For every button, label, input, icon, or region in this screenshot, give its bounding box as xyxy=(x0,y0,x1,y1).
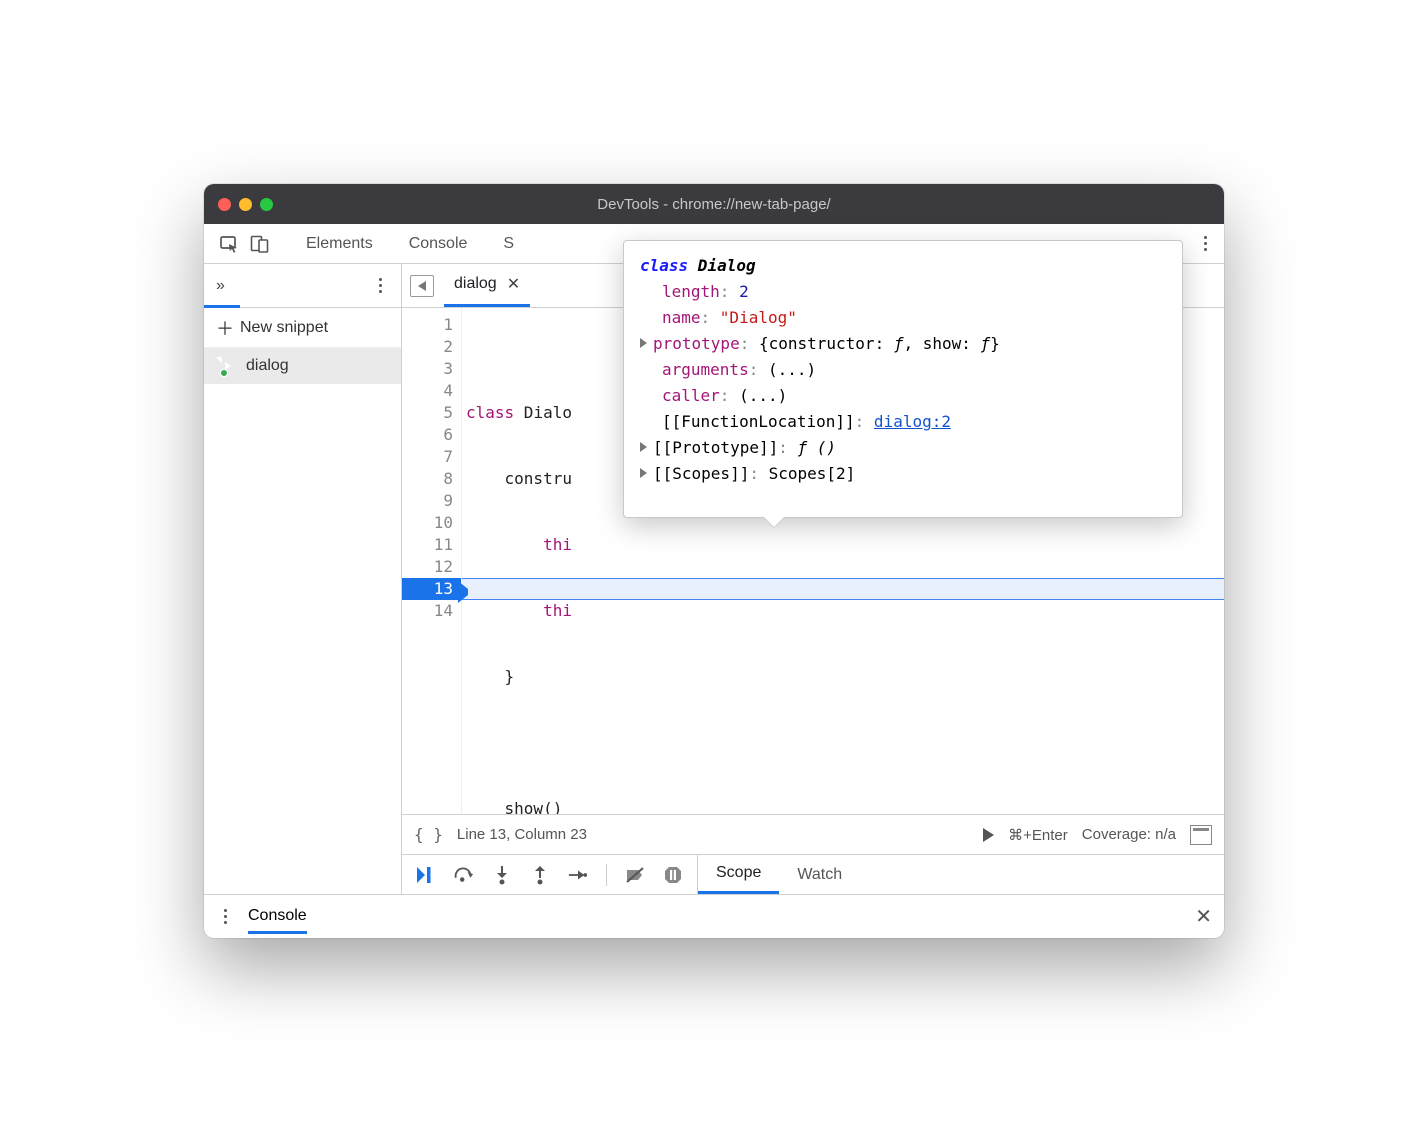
console-drawer: Console ✕ xyxy=(204,894,1224,938)
line-gutter: 1 2 3 4 5 6 7 8 9 10 11 12 13 14 xyxy=(402,308,462,814)
deactivate-breakpoints-icon[interactable] xyxy=(625,865,645,885)
coverage-status: Coverage: n/a xyxy=(1082,826,1176,843)
zoom-window-button[interactable] xyxy=(260,198,273,211)
tab-elements[interactable]: Elements xyxy=(288,224,391,263)
step-over-icon[interactable] xyxy=(454,865,474,885)
tab-scope[interactable]: Scope xyxy=(698,855,779,894)
object-preview-popover: class Dialog length: 2 name: "Dialog" pr… xyxy=(623,240,1183,518)
devtools-window: DevTools - chrome://new-tab-page/ Elemen… xyxy=(204,184,1224,938)
step-icon[interactable] xyxy=(568,865,588,885)
expand-scopes[interactable]: [[Scopes]]: Scopes[2] xyxy=(640,461,1166,487)
expand-prototype[interactable]: prototype: {constructor: ƒ, show: ƒ} xyxy=(640,331,1166,357)
close-tab-icon[interactable]: ✕ xyxy=(507,274,520,294)
execution-line-highlight xyxy=(462,578,1224,600)
function-location-link[interactable]: dialog:2 xyxy=(874,412,951,431)
run-snippet-icon[interactable] xyxy=(983,828,994,842)
sidebar-more-icon[interactable] xyxy=(371,278,389,293)
pretty-print-icon[interactable]: { } xyxy=(414,825,443,844)
tab-console[interactable]: Console xyxy=(391,224,486,263)
more-menu-icon[interactable] xyxy=(1196,236,1214,251)
snippet-item-dialog[interactable]: dialog xyxy=(204,348,401,384)
run-shortcut: ⌘+Enter xyxy=(1008,826,1068,844)
file-tab-label: dialog xyxy=(454,275,497,293)
sidebar: » ＋ New snippet dialog xyxy=(204,264,402,894)
window-titlebar: DevTools - chrome://new-tab-page/ xyxy=(204,184,1224,224)
sidebar-overflow-icon[interactable]: » xyxy=(216,277,225,295)
execution-pointer-icon xyxy=(458,581,468,603)
minimize-window-button[interactable] xyxy=(239,198,252,211)
editor-statusbar: { } Line 13, Column 23 ⌘+Enter Coverage:… xyxy=(402,814,1224,854)
inspect-element-icon[interactable] xyxy=(220,234,240,254)
traffic-lights xyxy=(218,198,273,211)
snippet-label: dialog xyxy=(246,357,289,375)
close-drawer-icon[interactable]: ✕ xyxy=(1195,904,1212,929)
step-out-icon[interactable] xyxy=(530,865,550,885)
device-toggle-icon[interactable] xyxy=(250,234,270,254)
step-into-icon[interactable] xyxy=(492,865,512,885)
close-window-button[interactable] xyxy=(218,198,231,211)
new-snippet-button[interactable]: ＋ New snippet xyxy=(204,308,401,348)
tab-watch[interactable]: Watch xyxy=(779,855,860,894)
pause-on-exceptions-icon[interactable] xyxy=(663,865,683,885)
show-details-icon[interactable] xyxy=(1190,825,1212,845)
sidebar-tabs: » xyxy=(204,264,401,308)
drawer-more-icon[interactable] xyxy=(216,909,234,924)
expand-triangle-icon xyxy=(640,468,647,478)
snippet-file-icon xyxy=(222,357,238,375)
new-snippet-label: New snippet xyxy=(240,319,328,337)
resume-icon[interactable] xyxy=(416,865,436,885)
expand-prototype-internal[interactable]: [[Prototype]]: ƒ () xyxy=(640,435,1166,461)
expand-triangle-icon xyxy=(640,442,647,452)
plus-icon: ＋ xyxy=(216,315,234,341)
navigator-toggle-icon[interactable] xyxy=(410,275,434,297)
expand-triangle-icon xyxy=(640,338,647,348)
cursor-position: Line 13, Column 23 xyxy=(457,826,587,843)
window-title: DevTools - chrome://new-tab-page/ xyxy=(204,196,1224,213)
file-tab-dialog[interactable]: dialog ✕ xyxy=(444,264,530,307)
tab-sources-truncated[interactable]: S xyxy=(485,224,518,263)
drawer-tab-console[interactable]: Console xyxy=(248,899,307,934)
debugger-toolbar: Scope Watch xyxy=(402,854,1224,894)
